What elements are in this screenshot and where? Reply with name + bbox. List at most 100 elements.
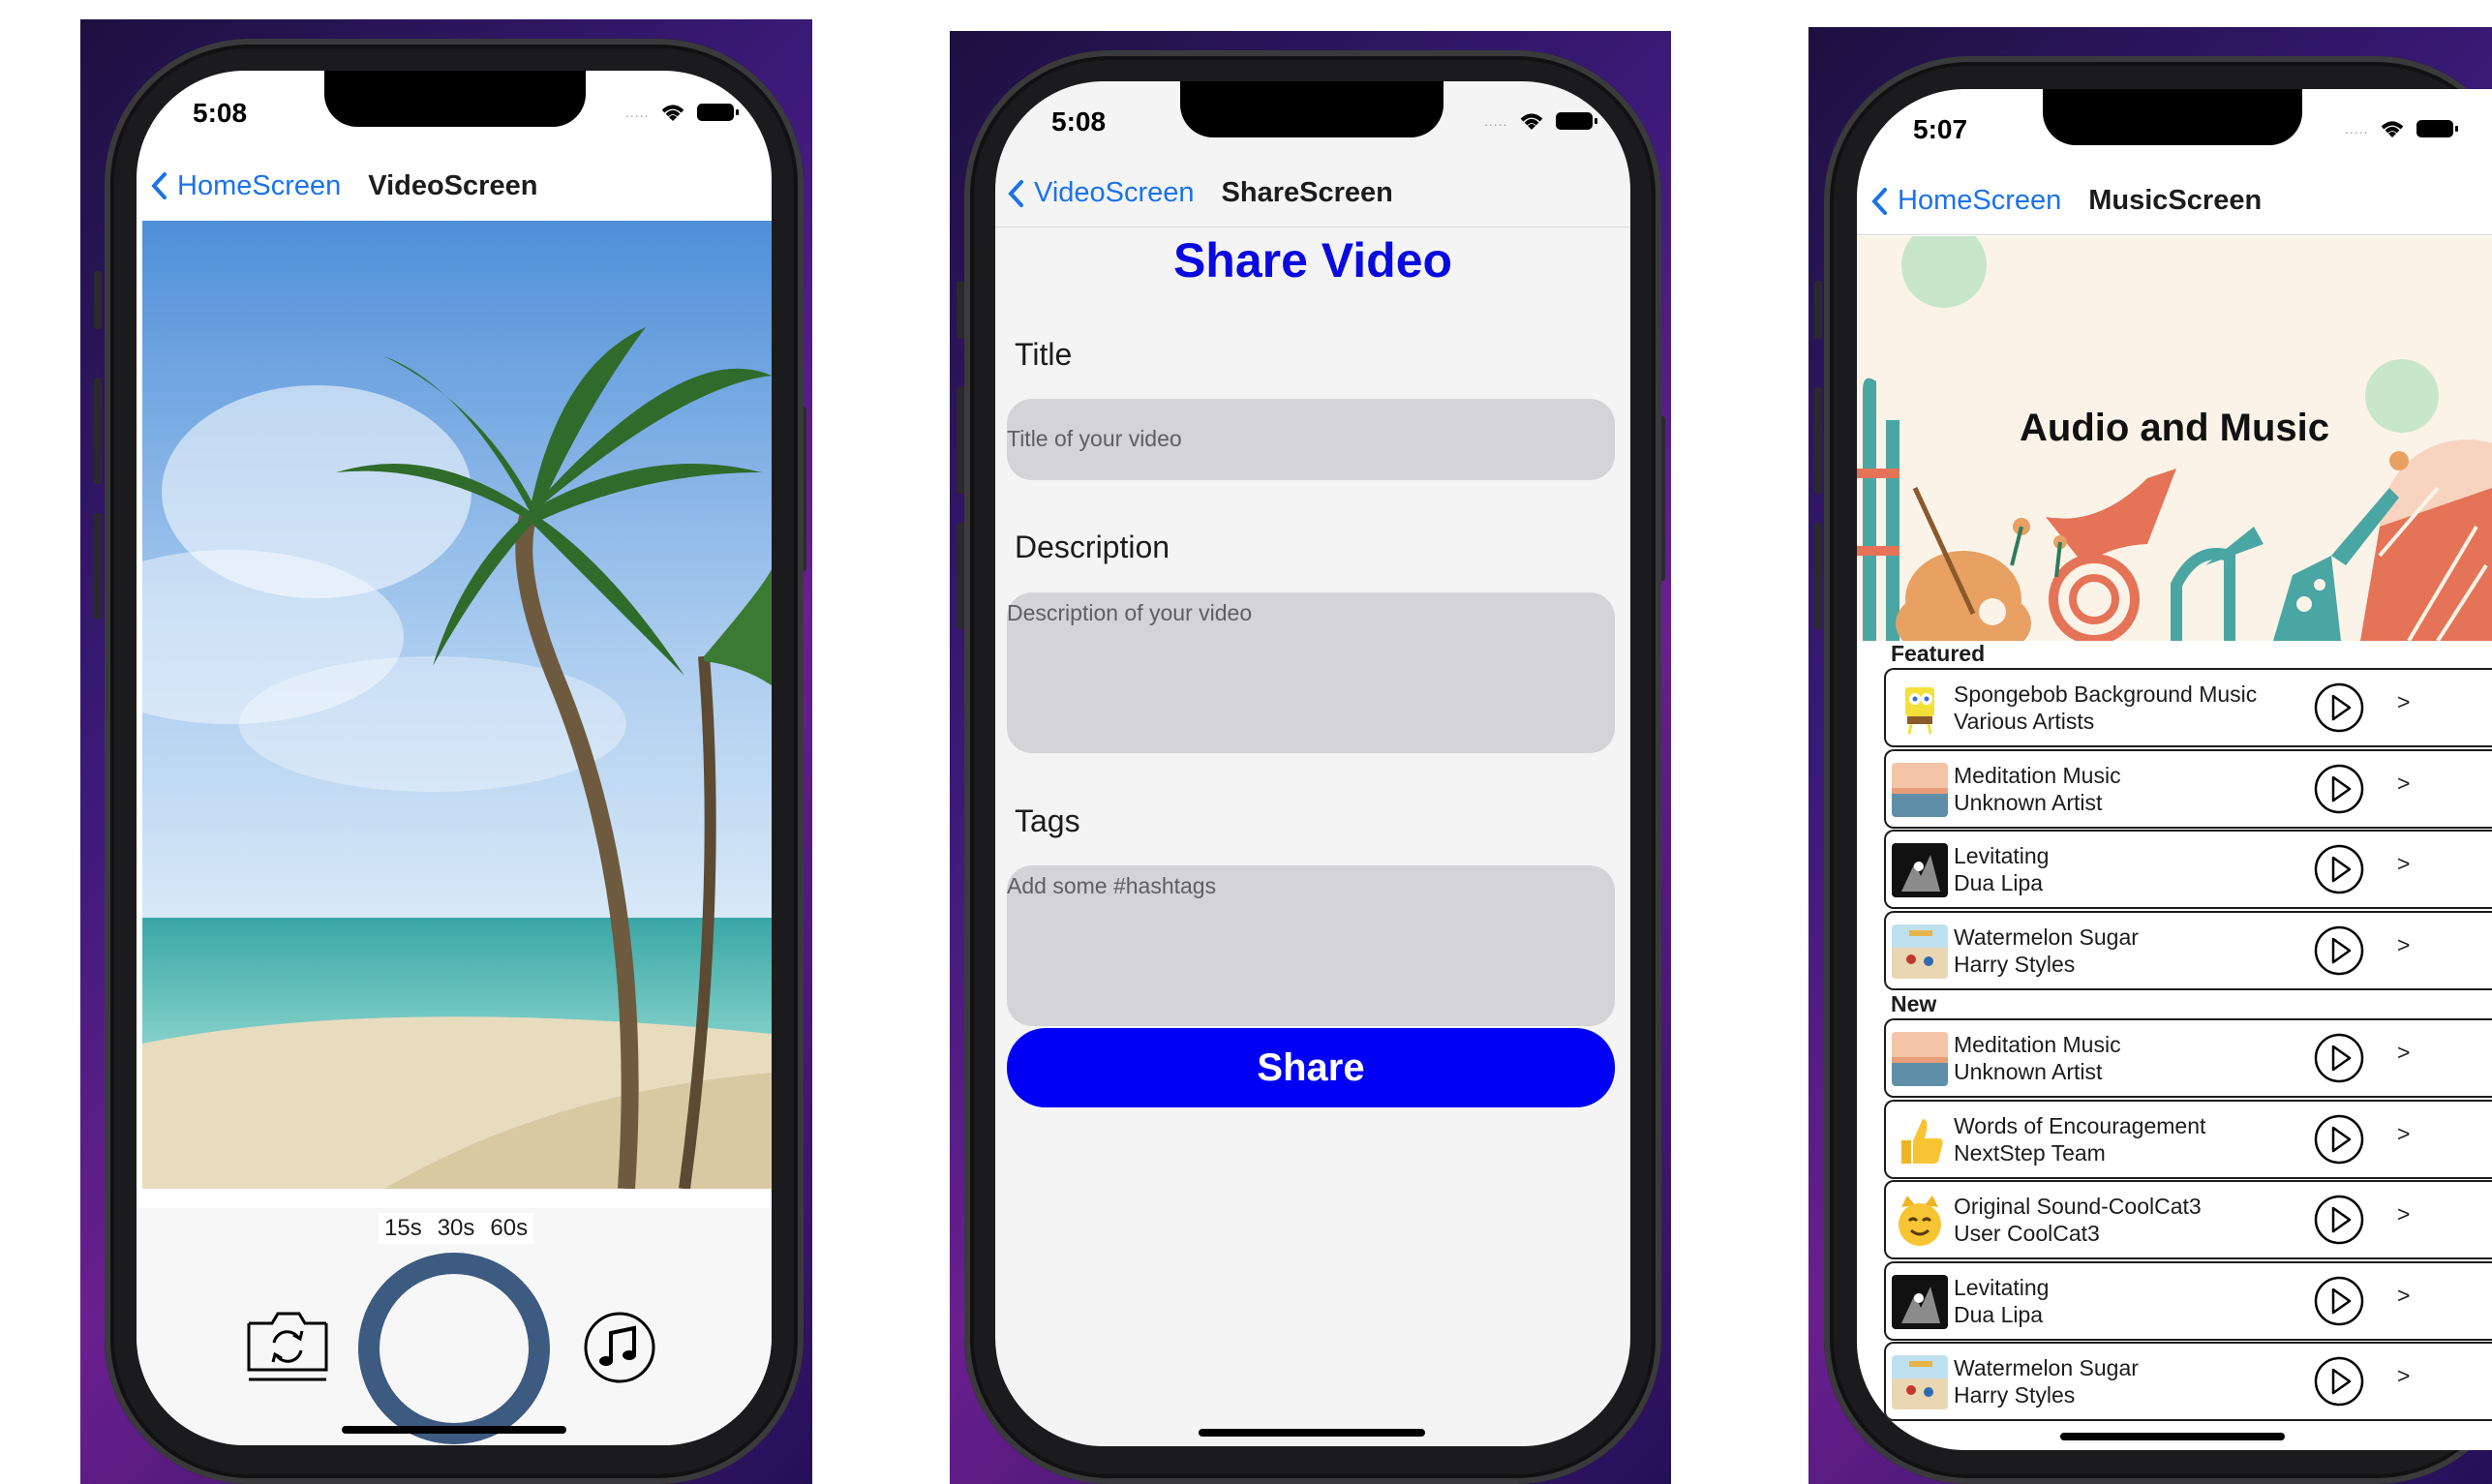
- song-row[interactable]: Meditation Music Unknown Artist >: [1884, 1018, 2492, 1098]
- song-row[interactable]: Levitating Dua Lipa >: [1884, 1260, 2492, 1341]
- nav-bar: VideoScreen ShareScreen: [995, 160, 1630, 227]
- song-artist: Unknown Artist: [1954, 789, 2103, 815]
- song-row[interactable]: Watermelon Sugar Harry Styles >: [1884, 1342, 2492, 1421]
- row-chevron[interactable]: >: [2397, 1040, 2410, 1066]
- nav-title: ShareScreen: [1221, 177, 1393, 208]
- status-time: 5:07: [1913, 114, 1968, 144]
- notch: [324, 71, 586, 127]
- row-chevron[interactable]: >: [2397, 1201, 2410, 1227]
- title-field[interactable]: Title of your video: [1007, 399, 1615, 480]
- side-button: [94, 378, 102, 484]
- row-chevron[interactable]: >: [2397, 851, 2410, 877]
- home-indicator: [1199, 1429, 1425, 1437]
- album-art: [1892, 1355, 1948, 1409]
- duration-60s[interactable]: 60s: [490, 1215, 528, 1242]
- song-title: Levitating: [1954, 1274, 2050, 1300]
- album-art: [1892, 762, 1948, 817]
- row-chevron[interactable]: >: [2397, 1363, 2410, 1389]
- play-icon[interactable]: [2313, 1355, 2365, 1412]
- side-button: [1814, 281, 1822, 339]
- signal-dots: .....: [1484, 113, 1508, 129]
- camera-preview: [142, 221, 772, 1189]
- status-icons: .....: [1484, 110, 1598, 132]
- side-button: [1814, 387, 1822, 494]
- home-indicator: [2060, 1433, 2285, 1440]
- play-icon[interactable]: [2313, 843, 2365, 900]
- play-icon[interactable]: [2313, 763, 2365, 820]
- back-button[interactable]: HomeScreen: [150, 170, 341, 202]
- play-icon[interactable]: [2313, 1194, 2365, 1251]
- description-field[interactable]: Description of your video: [1007, 592, 1615, 753]
- row-chevron[interactable]: >: [2397, 689, 2410, 715]
- section-featured: Featured: [1891, 641, 1986, 666]
- music-note-icon[interactable]: [582, 1310, 657, 1385]
- play-icon[interactable]: [2313, 1113, 2365, 1170]
- play-icon[interactable]: [2313, 924, 2365, 982]
- notch: [1180, 81, 1444, 137]
- camera-flip-icon[interactable]: [245, 1310, 330, 1383]
- song-row[interactable]: Words of Encouragement NextStep Team >: [1884, 1099, 2492, 1179]
- record-ring-icon[interactable]: [355, 1250, 553, 1445]
- song-title: Watermelon Sugar: [1954, 924, 2139, 950]
- song-title: Original Sound-CoolCat3: [1954, 1194, 2202, 1219]
- album-art: [1892, 843, 1948, 897]
- home-indicator: [342, 1426, 566, 1434]
- song-title: Spongebob Background Music: [1954, 681, 2258, 707]
- banner-title: Audio and Music: [2020, 407, 2329, 449]
- side-button: [1814, 523, 1822, 629]
- play-icon[interactable]: [2313, 1275, 2365, 1332]
- status-icons: .....: [625, 102, 740, 123]
- song-artist: Harry Styles: [1954, 1382, 2076, 1408]
- video-screen: 5:08 ..... HomeScreen VideoScreen 15s 30…: [137, 71, 772, 1445]
- battery-icon: [2416, 120, 2459, 137]
- tags-placeholder: Add some #hashtags: [1007, 873, 1217, 898]
- signal-dots: .....: [2345, 121, 2369, 136]
- song-artist: User CoolCat3: [1954, 1221, 2100, 1246]
- song-row[interactable]: Spongebob Background Music Various Artist…: [1884, 668, 2492, 747]
- back-label: VideoScreen: [1034, 177, 1195, 208]
- nav-title: VideoScreen: [368, 169, 538, 201]
- side-button: [94, 513, 102, 620]
- play-icon[interactable]: [2313, 1032, 2365, 1089]
- play-icon[interactable]: [2313, 681, 2365, 739]
- wifi-icon: [2382, 121, 2404, 137]
- share-screen: 5:08 ..... VideoScreen ShareScreen Share…: [995, 81, 1630, 1446]
- share-button[interactable]: Share: [1007, 1028, 1615, 1107]
- song-row[interactable]: Meditation Music Unknown Artist >: [1884, 748, 2492, 829]
- song-row[interactable]: Original Sound-CoolCat3 User CoolCat3 >: [1884, 1180, 2492, 1259]
- row-chevron[interactable]: >: [2397, 1121, 2410, 1147]
- music-banner: Audio and Music: [1857, 236, 2492, 641]
- nav-bar: HomeScreen MusicScreen: [1857, 167, 2492, 235]
- song-title: Meditation Music: [1954, 1032, 2121, 1057]
- side-button: [94, 271, 102, 329]
- album-art: [1892, 924, 1948, 979]
- row-chevron[interactable]: >: [2397, 1283, 2410, 1309]
- side-button: [957, 523, 964, 629]
- song-row[interactable]: Levitating Dua Lipa >: [1884, 830, 2492, 909]
- song-artist: Dua Lipa: [1954, 870, 2044, 895]
- music-screen: 5:07 ..... HomeScreen MusicScreen Audio …: [1857, 89, 2492, 1450]
- song-title: Words of Encouragement: [1954, 1112, 2206, 1138]
- title-placeholder: Title of your video: [1007, 426, 1182, 451]
- back-button[interactable]: HomeScreen: [1870, 185, 2061, 217]
- chevron-left-icon: [1008, 179, 1023, 207]
- album-art: [1892, 1274, 1948, 1329]
- song-row[interactable]: Watermelon Sugar Harry Styles >: [1884, 910, 2492, 990]
- song-artist: NextStep Team: [1954, 1139, 2106, 1166]
- song-title: Levitating: [1954, 843, 2050, 868]
- row-chevron[interactable]: >: [2397, 932, 2410, 958]
- description-placeholder: Description of your video: [1007, 600, 1253, 625]
- row-chevron[interactable]: >: [2397, 771, 2410, 797]
- duration-15s[interactable]: 15s: [384, 1215, 422, 1242]
- album-art: [1892, 1194, 1948, 1248]
- album-art: [1892, 1112, 1948, 1167]
- tags-field[interactable]: Add some #hashtags: [1007, 865, 1615, 1026]
- nav-bar: HomeScreen VideoScreen: [137, 152, 772, 220]
- duration-30s[interactable]: 30s: [438, 1215, 475, 1242]
- back-label: HomeScreen: [177, 169, 342, 201]
- wifi-icon: [662, 105, 684, 121]
- back-button[interactable]: VideoScreen: [1007, 177, 1195, 209]
- title-label: Title: [1015, 337, 1073, 372]
- section-new: New: [1891, 991, 1937, 1016]
- duration-selector: 15s 30s 60s: [379, 1213, 534, 1244]
